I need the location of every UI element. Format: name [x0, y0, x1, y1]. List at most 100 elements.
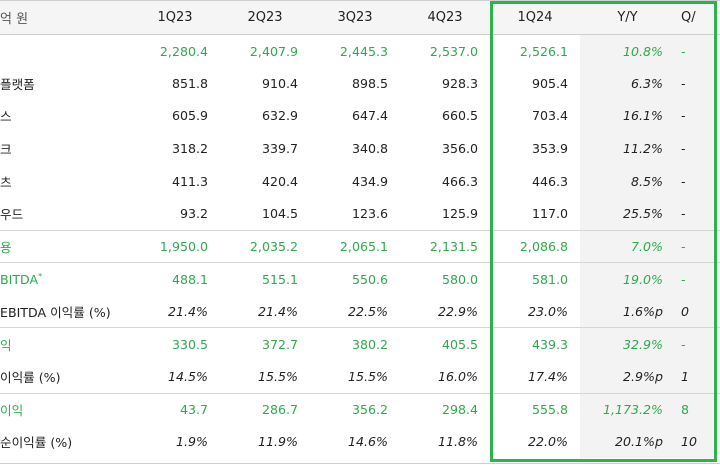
table-row: 2,280.4 2,407.9 2,445.3 2,537.0 2,526.1 10.8%…	[0, 34, 720, 68]
cell-1q24: 703.4	[531, 108, 568, 124]
table-row: 스 605.9 632.9 647.4 660.5 703.4 16.1% -	[0, 99, 720, 133]
cell-2q23: 910.4	[261, 75, 298, 91]
cell-qoq: -	[675, 164, 720, 198]
cell-3q23: 15.5%	[347, 368, 388, 384]
cell-2q23: 339.7	[261, 141, 298, 157]
row-label: 용	[0, 229, 130, 263]
cell-yoy: 19.0%	[580, 262, 675, 296]
cell-qoq: -	[675, 327, 720, 361]
row-label: 익	[0, 327, 130, 361]
cell-4q23: 16.0%	[437, 368, 478, 384]
row-label-text: EBITDA 이익률 (%)	[0, 304, 111, 320]
cell-4q23: 2,131.5	[400, 229, 490, 263]
cell-yoy: 1.6%p	[580, 295, 675, 328]
cell-2q23: 632.9	[261, 108, 298, 124]
cell-1q24: 353.9	[531, 141, 568, 157]
row-label-text: 이익률 (%)	[0, 369, 61, 385]
cell-1q24: 905.4	[531, 75, 568, 91]
row-label-text: 이익	[0, 403, 24, 419]
cell-3q23: 380.2	[310, 327, 400, 361]
financial-table: 억 원 1Q23 2Q23 3Q23 4Q23 1Q24 Y/Y Q/ 2,28…	[0, 0, 720, 459]
cell-yoy: 32.9%	[580, 327, 675, 361]
table-row: 이익률 (%) 14.5% 15.5% 15.5% 16.0% 17.4% 2.9%p 1	[0, 360, 720, 394]
row-label: 순이익률 (%)	[0, 426, 130, 459]
cell-1q24: 581.0	[490, 262, 580, 296]
row-label: 우드	[0, 197, 130, 230]
cell-1q23: 1,950.0	[130, 229, 220, 263]
cell-1q23: 21.4%	[167, 303, 208, 319]
cell-3q23: 898.5	[351, 75, 388, 91]
table-row: 순이익률 (%) 1.9% 11.9% 14.6% 11.8% 22.0% 20.1%p 10	[0, 425, 720, 459]
row-label: 스	[0, 100, 130, 133]
cell-2q23: 15.5%	[257, 368, 298, 384]
cell-3q23: 22.5%	[347, 303, 388, 319]
col-header-4q23: 4Q23	[400, 0, 490, 35]
financial-table-view: 억 원 1Q23 2Q23 3Q23 4Q23 1Q24 Y/Y Q/ 2,28…	[0, 0, 720, 465]
row-label: BITDA*	[0, 262, 130, 296]
cell-1q24: 555.8	[490, 392, 580, 426]
table-row: 크 318.2 339.7 340.8 356.0 353.9 11.2% -	[0, 132, 720, 165]
cell-3q23: 647.4	[351, 108, 388, 124]
cell-qoq: -	[675, 262, 720, 296]
col-header-1q24: 1Q24	[490, 0, 580, 35]
cell-2q23: 21.4%	[257, 303, 298, 319]
cell-4q23: 466.3	[441, 173, 478, 189]
header-row: 억 원 1Q23 2Q23 3Q23 4Q23 1Q24 Y/Y Q/	[0, 0, 720, 35]
cell-1q23: 330.5	[130, 327, 220, 361]
cell-2q23: 2,407.9	[249, 43, 298, 59]
cell-1q23: 488.1	[130, 262, 220, 296]
cell-4q23: 405.5	[400, 327, 490, 361]
cell-4q23: 298.4	[400, 392, 490, 426]
col-header-2q23: 2Q23	[220, 0, 310, 35]
cell-3q23: 550.6	[310, 262, 400, 296]
table-row: EBITDA 이익률 (%) 21.4% 21.4% 22.5% 22.9% 23.0% 1…	[0, 295, 720, 328]
cell-yoy: 11.2%	[580, 132, 675, 165]
cell-yoy: 10.8%	[580, 34, 675, 68]
cell-qoq: -	[675, 132, 720, 165]
cell-qoq: -	[675, 229, 720, 263]
table-row: 익 330.5 372.7 380.2 405.5 439.3 32.9% -	[0, 327, 720, 361]
row-label-text: 익	[0, 337, 12, 353]
cell-3q23: 434.9	[351, 173, 388, 189]
cell-4q23: 125.9	[441, 206, 478, 222]
cell-qoq: 10	[675, 425, 720, 459]
row-label-text: 크	[0, 142, 12, 158]
cell-1q24: 22.0%	[527, 434, 568, 450]
table-row: 우드 93.2 104.5 123.6 125.9 117.0 25.5% -	[0, 197, 720, 231]
cell-yoy: 6.3%	[580, 67, 675, 100]
cell-2q23: 420.4	[261, 173, 298, 189]
cell-qoq: -	[675, 34, 720, 68]
row-label: EBITDA 이익률 (%)	[0, 295, 130, 328]
col-header-qoq: Q/	[675, 0, 720, 35]
cell-1q23: 1.9%	[176, 434, 208, 450]
row-label: 이익	[0, 392, 130, 426]
cell-qoq: 8	[675, 392, 720, 426]
row-label: 플랫폼	[0, 67, 130, 100]
cell-1q23: 318.2	[171, 141, 208, 157]
cell-3q23: 14.6%	[347, 434, 388, 450]
bottom-rule	[0, 463, 720, 464]
row-label: 이익률 (%)	[0, 360, 130, 393]
cell-1q23: 851.8	[171, 75, 208, 91]
cell-qoq: -	[675, 99, 720, 133]
cell-1q24: 2,086.8	[490, 229, 580, 263]
table-row: 이익 43.7 286.7 356.2 298.4 555.8 1,173.2% 8	[0, 392, 720, 426]
cell-yoy: 16.1%	[580, 99, 675, 133]
col-header-yoy: Y/Y	[580, 0, 675, 35]
row-label-text: 순이익률 (%)	[0, 435, 73, 451]
cell-yoy: 20.1%p	[580, 425, 675, 459]
cell-qoq: -	[675, 197, 720, 231]
cell-3q23: 356.2	[310, 392, 400, 426]
row-label: 크	[0, 132, 130, 165]
row-label-text: BITDA	[0, 271, 39, 287]
cell-3q23: 340.8	[351, 141, 388, 157]
cell-1q23: 93.2	[179, 206, 208, 222]
col-header-1q23: 1Q23	[130, 0, 220, 35]
cell-qoq: 1	[675, 360, 720, 394]
cell-2q23: 286.7	[220, 392, 310, 426]
cell-2q23: 515.1	[220, 262, 310, 296]
row-label-text: 스	[0, 109, 12, 125]
unit-header: 억 원	[0, 0, 130, 35]
table-body: 2,280.4 2,407.9 2,445.3 2,537.0 2,526.1 10.8%…	[0, 34, 720, 459]
row-label-text: 츠	[0, 174, 12, 190]
